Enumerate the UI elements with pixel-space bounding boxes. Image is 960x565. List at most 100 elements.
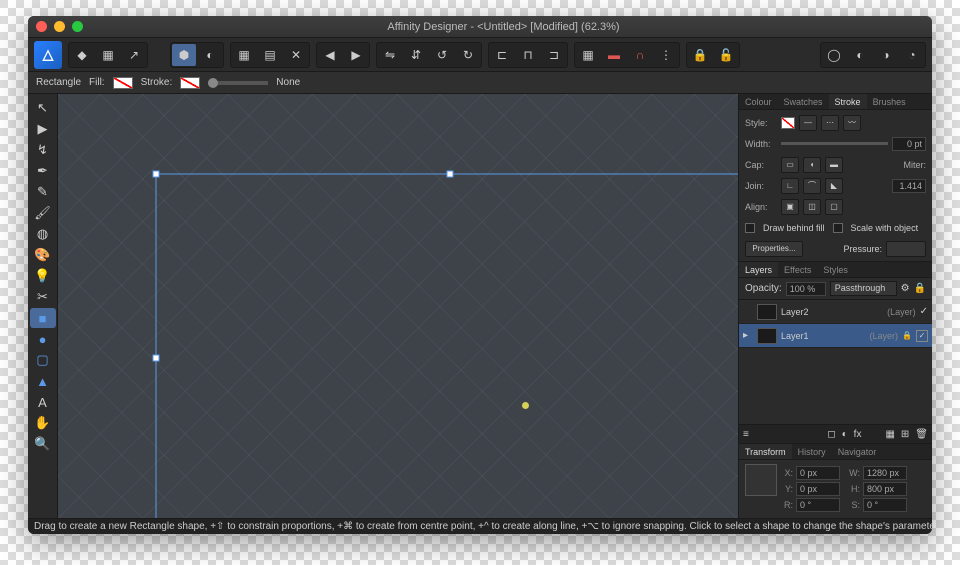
triangle-tool-icon[interactable]: ▲ xyxy=(30,371,56,391)
rectangle-tool-icon[interactable]: ■ xyxy=(30,308,56,328)
style-none-icon[interactable] xyxy=(781,117,795,129)
gear-icon[interactable]: ⚙ xyxy=(901,283,910,294)
layers-icon[interactable]: ≡ xyxy=(743,429,749,440)
arrow-tool-icon[interactable]: ↖ xyxy=(30,98,56,118)
fill-tool-icon[interactable]: ◍ xyxy=(30,224,56,244)
r-input[interactable]: 0 ° xyxy=(796,498,840,512)
align-inside-stroke-icon[interactable]: ◫ xyxy=(803,199,821,215)
tab-history[interactable]: History xyxy=(792,444,832,459)
rotation-center-icon[interactable] xyxy=(522,402,529,409)
tab-swatches[interactable]: Swatches xyxy=(778,94,829,109)
add-layer-icon[interactable]: ▦ xyxy=(885,429,894,440)
w-input[interactable]: 1280 px xyxy=(863,466,907,480)
visibility-checkbox-icon[interactable]: ✓ xyxy=(916,330,928,342)
rotate-ccw-icon[interactable]: ↺ xyxy=(430,44,454,66)
subtract-op-icon[interactable]: ◐ xyxy=(848,44,872,66)
maximize-icon[interactable] xyxy=(72,21,83,32)
align-center-stroke-icon[interactable]: ▣ xyxy=(781,199,799,215)
width-input[interactable]: 0 pt xyxy=(892,137,926,151)
view-mode-icon[interactable]: ⬢ xyxy=(172,44,196,66)
style-brush-icon[interactable]: 〰 xyxy=(843,115,861,131)
rounded-rect-tool-icon[interactable]: ▢ xyxy=(30,350,56,370)
text-tool-icon[interactable]: A xyxy=(30,392,56,412)
canvas[interactable] xyxy=(58,94,738,518)
tab-stroke[interactable]: Stroke xyxy=(829,94,867,109)
close-icon[interactable] xyxy=(36,21,47,32)
node-tool-icon[interactable]: ↯ xyxy=(30,140,56,160)
visibility-check-icon[interactable]: ✓ xyxy=(920,306,928,317)
snap-edge-icon[interactable]: ▬ xyxy=(602,44,626,66)
layer-row[interactable]: Layer2 (Layer) ✓ xyxy=(739,300,932,324)
lock-icon[interactable]: 🔒 xyxy=(902,331,912,340)
tab-colour[interactable]: Colour xyxy=(739,94,778,109)
x-input[interactable]: 0 px xyxy=(796,466,840,480)
split-view-icon[interactable]: ◐ xyxy=(198,44,222,66)
lock-panel-icon[interactable]: 🔒 xyxy=(914,283,926,294)
persona-export-icon[interactable]: ↗ xyxy=(122,44,146,66)
draw-behind-checkbox[interactable] xyxy=(745,223,755,233)
stroke-width-slider[interactable] xyxy=(208,81,268,85)
align-center-icon[interactable]: ⊓ xyxy=(516,44,540,66)
snap-options-icon[interactable]: ⋮ xyxy=(654,44,678,66)
pressure-button[interactable] xyxy=(886,241,926,257)
miter-input[interactable]: 1.414 xyxy=(892,179,926,193)
unlock-icon[interactable]: 🔓 xyxy=(714,44,738,66)
cap-butt-icon[interactable]: ▭ xyxy=(781,157,799,173)
move-back-icon[interactable]: ◀ xyxy=(318,44,342,66)
grid-icon[interactable]: ▦ xyxy=(232,44,256,66)
align-right-icon[interactable]: ⊐ xyxy=(542,44,566,66)
layer-row[interactable]: ▸ Layer1 (Layer) 🔒 ✓ xyxy=(739,324,932,348)
ellipse-tool-icon[interactable]: ● xyxy=(30,329,56,349)
opacity-input[interactable]: 100 % xyxy=(786,282,826,296)
brush-tool-icon[interactable]: 🖌 xyxy=(30,203,56,223)
snap-magnet-icon[interactable]: ∩ xyxy=(628,44,652,66)
light-tool-icon[interactable]: 💡 xyxy=(30,266,56,286)
blend-mode-dropdown[interactable]: Passthrough xyxy=(830,281,897,296)
move-tool-icon[interactable]: ▶ xyxy=(30,119,56,139)
tab-effects[interactable]: Effects xyxy=(778,262,817,277)
cap-round-icon[interactable]: ◖ xyxy=(803,157,821,173)
fx-icon[interactable]: fx xyxy=(854,429,862,440)
stroke-swatch[interactable] xyxy=(180,77,200,89)
join-miter-icon[interactable]: ∟ xyxy=(781,178,799,194)
align-outside-stroke-icon[interactable]: ▢ xyxy=(825,199,843,215)
flip-v-icon[interactable]: ⇵ xyxy=(404,44,428,66)
flip-h-icon[interactable]: ⇋ xyxy=(378,44,402,66)
trash-icon[interactable]: 🗑 xyxy=(915,429,928,440)
scale-obj-checkbox[interactable] xyxy=(833,223,843,233)
add-op-icon[interactable]: ◯ xyxy=(822,44,846,66)
minimize-icon[interactable] xyxy=(54,21,65,32)
disclosure-icon[interactable]: ▸ xyxy=(743,330,753,341)
tab-brushes[interactable]: Brushes xyxy=(867,94,912,109)
style-dash-icon[interactable]: ⋯ xyxy=(821,115,839,131)
divide-op-icon[interactable]: ◔ xyxy=(900,44,924,66)
adjustment-icon[interactable]: ◐ xyxy=(842,429,848,440)
hand-tool-icon[interactable]: ✋ xyxy=(30,413,56,433)
join-round-icon[interactable]: ⌒ xyxy=(803,178,821,194)
properties-button[interactable]: Properties... xyxy=(745,241,803,257)
fill-swatch[interactable] xyxy=(113,77,133,89)
tab-styles[interactable]: Styles xyxy=(817,262,854,277)
pencil-tool-icon[interactable]: ✎ xyxy=(30,182,56,202)
add-pixel-icon[interactable]: ⊞ xyxy=(901,429,909,440)
persona-designer-icon[interactable]: ◆ xyxy=(70,44,94,66)
h-input[interactable]: 800 px xyxy=(863,482,907,496)
style-solid-icon[interactable]: ― xyxy=(799,115,817,131)
align-left-icon[interactable]: ⊏ xyxy=(490,44,514,66)
lock-icon[interactable]: 🔒 xyxy=(688,44,712,66)
mask-icon[interactable]: ◻ xyxy=(827,429,835,440)
tab-navigator[interactable]: Navigator xyxy=(832,444,883,459)
persona-pixel-icon[interactable]: ▦ xyxy=(96,44,120,66)
snap-grid-icon[interactable]: ▦ xyxy=(576,44,600,66)
width-slider[interactable] xyxy=(781,142,888,145)
tab-transform[interactable]: Transform xyxy=(739,444,792,459)
intersect-op-icon[interactable]: ◑ xyxy=(874,44,898,66)
zoom-tool-icon[interactable]: 🔍 xyxy=(30,434,56,454)
rotate-cw-icon[interactable]: ↻ xyxy=(456,44,480,66)
color-tool-icon[interactable]: 🎨 xyxy=(30,245,56,265)
pen-tool-icon[interactable]: ✒ xyxy=(30,161,56,181)
axis-icon[interactable]: ✕ xyxy=(284,44,308,66)
anchor-icon[interactable] xyxy=(745,464,777,496)
guides-icon[interactable]: ▤ xyxy=(258,44,282,66)
cap-square-icon[interactable]: ▬ xyxy=(825,157,843,173)
